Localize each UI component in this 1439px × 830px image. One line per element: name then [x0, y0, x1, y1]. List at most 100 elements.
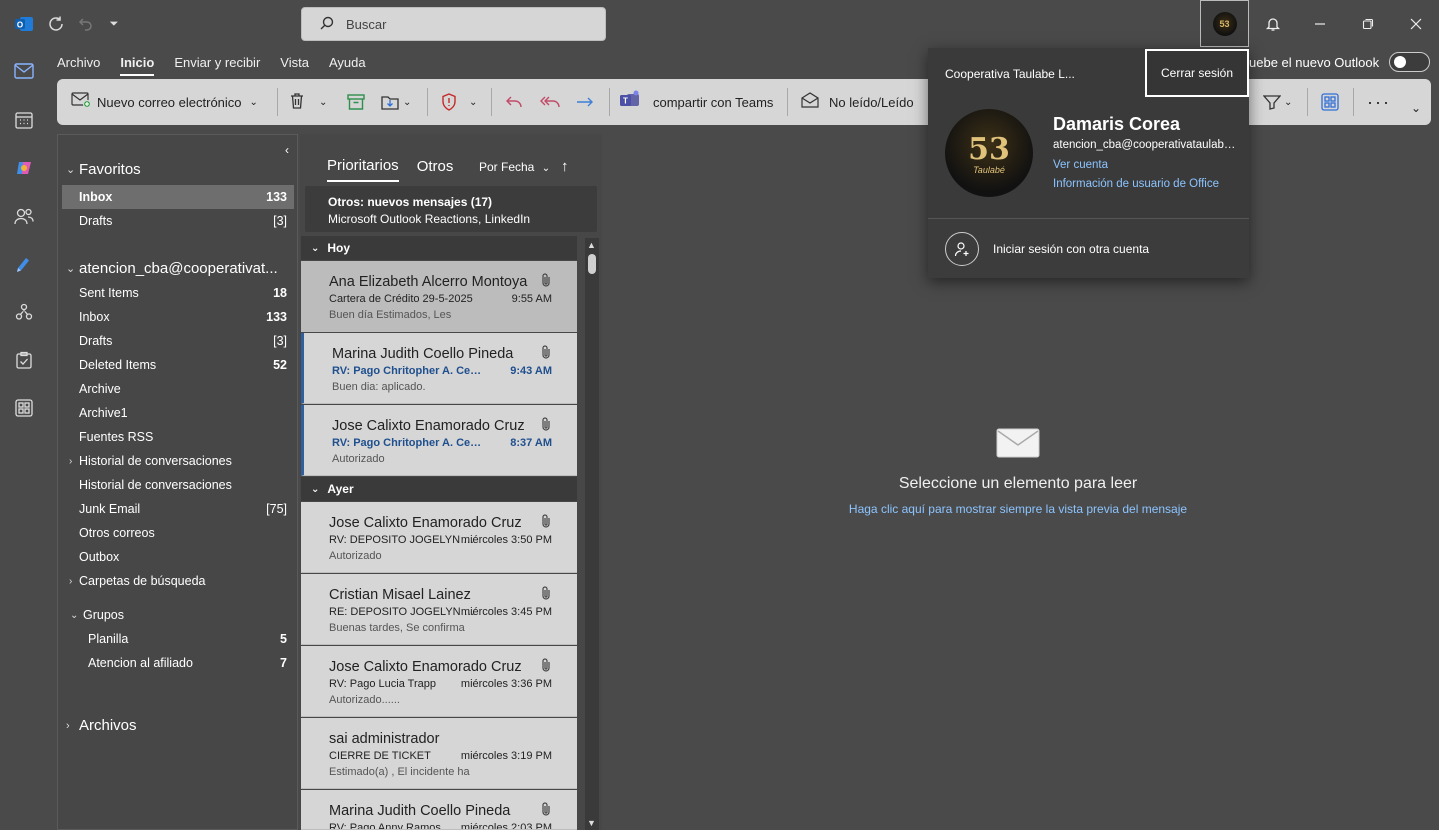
scroll-thumb[interactable] [588, 254, 596, 274]
calendar-icon[interactable] [12, 108, 36, 132]
move-button[interactable]: ⌄ [381, 87, 411, 117]
chevron-right-icon[interactable]: › [69, 576, 72, 587]
chevron-down-icon[interactable]: ⌄ [403, 97, 411, 108]
people-icon[interactable] [12, 204, 36, 228]
chevron-down-icon[interactable]: ⌄ [250, 97, 258, 108]
report-button[interactable]: ⌄ [441, 87, 477, 117]
tab-inicio[interactable]: Inicio [120, 52, 155, 76]
reply-button[interactable] [505, 87, 523, 117]
folder-count: [3] [273, 334, 287, 348]
collapse-pane-icon[interactable]: ‹ [285, 143, 289, 157]
chevron-down-icon[interactable]: ⌄ [319, 97, 327, 108]
chevron-right-icon[interactable]: › [69, 456, 72, 467]
message-list-scrollbar[interactable]: ▲ ▼ [585, 238, 599, 830]
todo-icon[interactable] [12, 252, 36, 276]
tab-enviar-recibir[interactable]: Enviar y recibir [174, 52, 260, 76]
sort-dropdown[interactable]: Por Fecha ⌄ [479, 160, 550, 174]
account-button[interactable]: 53 [1200, 0, 1249, 47]
chevron-down-icon[interactable]: ⌄ [1284, 97, 1292, 108]
archive-button[interactable] [347, 87, 365, 117]
folder-item[interactable]: Inbox 133 [62, 305, 294, 329]
folder-favorites-drafts[interactable]: Drafts [3] [62, 209, 294, 233]
message-item[interactable]: Ana Elizabeth Alcerro Montoya Cartera de… [301, 261, 577, 332]
groups-header[interactable]: ⌄ Grupos [62, 603, 294, 627]
folder-item[interactable]: Archive1 [62, 401, 294, 425]
folder-favorites-inbox[interactable]: Inbox 133 [62, 185, 294, 209]
reply-all-button[interactable] [539, 87, 561, 117]
folder-item[interactable]: › Historial de conversaciones [62, 449, 294, 473]
more-options-icon[interactable]: ··· [1367, 87, 1391, 117]
message-item[interactable]: sai administrador CIERRE DE TICKET miérc… [301, 718, 577, 789]
tab-ayuda[interactable]: Ayuda [329, 52, 366, 76]
tab-other[interactable]: Otros [417, 158, 454, 181]
share-teams-button[interactable]: T compartir con Teams [619, 87, 773, 117]
search-box[interactable] [301, 7, 606, 41]
folder-label: Atencion al afiliado [88, 656, 193, 670]
favorites-header[interactable]: ⌄ Favoritos [66, 161, 141, 178]
minimize-button[interactable] [1308, 12, 1332, 36]
folder-item[interactable]: Junk Email [75] [62, 497, 294, 521]
message-item[interactable]: Jose Calixto Enamorado Cruz RV: Pago Chr… [301, 405, 577, 476]
archives-header[interactable]: › Archivos [66, 717, 137, 734]
folder-item[interactable]: Fuentes RSS [62, 425, 294, 449]
group-item[interactable]: Planilla 5 [62, 627, 294, 651]
tab-vista[interactable]: Vista [280, 52, 309, 76]
group-item[interactable]: Atencion al afiliado 7 [62, 651, 294, 675]
account-header[interactable]: ⌄ atencion_cba@cooperativat... [66, 260, 278, 277]
tab-archivo[interactable]: Archivo [57, 52, 100, 76]
reading-preview-link[interactable]: Haga clic aquí para mostrar siempre la v… [605, 502, 1431, 516]
folder-item[interactable]: Deleted Items 52 [62, 353, 294, 377]
avatar-script: Taulabé [973, 164, 1005, 175]
sync-icon[interactable] [44, 12, 68, 36]
tab-focused[interactable]: Prioritarios [327, 157, 399, 182]
undo-icon[interactable] [74, 12, 98, 36]
folder-item[interactable]: Sent Items 18 [62, 281, 294, 305]
message-item[interactable]: Jose Calixto Enamorado Cruz RV: DEPOSITO… [301, 502, 577, 573]
group-header-today[interactable]: ⌄ Hoy [301, 236, 577, 260]
apps-ribbon-button[interactable] [1321, 87, 1339, 117]
restore-button[interactable] [1356, 12, 1380, 36]
search-icon [320, 16, 334, 33]
tasks-icon[interactable] [12, 348, 36, 372]
folder-item[interactable]: Archive [62, 377, 294, 401]
sort-direction-icon[interactable]: ↑ [561, 158, 569, 175]
customize-toolbar-icon[interactable]: ⏷ [102, 12, 126, 36]
sign-in-other-account-button[interactable]: Iniciar sesión con otra cuenta [928, 218, 1249, 278]
scroll-down-icon[interactable]: ▼ [587, 818, 596, 828]
chevron-down-icon[interactable]: ⌄ [469, 97, 477, 108]
svg-text:O: O [17, 21, 23, 30]
avatar-number: 53 [968, 131, 1010, 167]
close-button[interactable] [1404, 12, 1428, 36]
new-email-button[interactable]: Nuevo correo electrónico ⌄ [71, 87, 258, 117]
group-header-yesterday[interactable]: ⌄ Ayer [301, 477, 577, 501]
message-item[interactable]: Marina Judith Coello Pineda RV: Pago Ann… [301, 790, 577, 830]
other-messages-banner[interactable]: Otros: nuevos mensajes (17) Microsoft Ou… [305, 186, 597, 232]
grid-icon [1321, 93, 1339, 111]
folder-item[interactable]: Otros correos [62, 521, 294, 545]
apps-icon[interactable] [12, 396, 36, 420]
unread-read-button[interactable]: No leído/Leído [801, 87, 914, 117]
expand-ribbon-icon[interactable]: ⌄ [1411, 93, 1421, 123]
scroll-up-icon[interactable]: ▲ [587, 240, 596, 250]
bell-icon[interactable] [1261, 12, 1285, 36]
sign-out-button[interactable]: Cerrar sesión [1145, 49, 1249, 97]
folder-item[interactable]: Drafts [3] [62, 329, 294, 353]
forward-button[interactable] [575, 87, 595, 117]
trash-icon [289, 92, 305, 113]
folder-item[interactable]: Outbox [62, 545, 294, 569]
folder-item[interactable]: › Carpetas de búsqueda [62, 569, 294, 593]
mail-icon[interactable] [12, 59, 36, 83]
org-explorer-icon[interactable] [12, 300, 36, 324]
delete-button[interactable]: ⌄ [289, 87, 327, 117]
message-item[interactable]: Marina Judith Coello Pineda RV: Pago Chr… [301, 333, 577, 404]
folder-item[interactable]: Historial de conversaciones [62, 473, 294, 497]
try-new-outlook-toggle[interactable] [1389, 52, 1430, 72]
attachment-icon [540, 272, 552, 291]
copilot-icon[interactable] [12, 156, 36, 180]
message-item[interactable]: Cristian Misael Lainez RE: DEPOSITO JOGE… [301, 574, 577, 645]
search-input[interactable] [346, 16, 586, 32]
message-item[interactable]: Jose Calixto Enamorado Cruz RV: Pago Luc… [301, 646, 577, 717]
view-account-link[interactable]: Ver cuenta [1053, 159, 1108, 171]
filter-button[interactable]: ⌄ [1263, 87, 1292, 117]
office-info-link[interactable]: Información de usuario de Office [1053, 178, 1219, 190]
